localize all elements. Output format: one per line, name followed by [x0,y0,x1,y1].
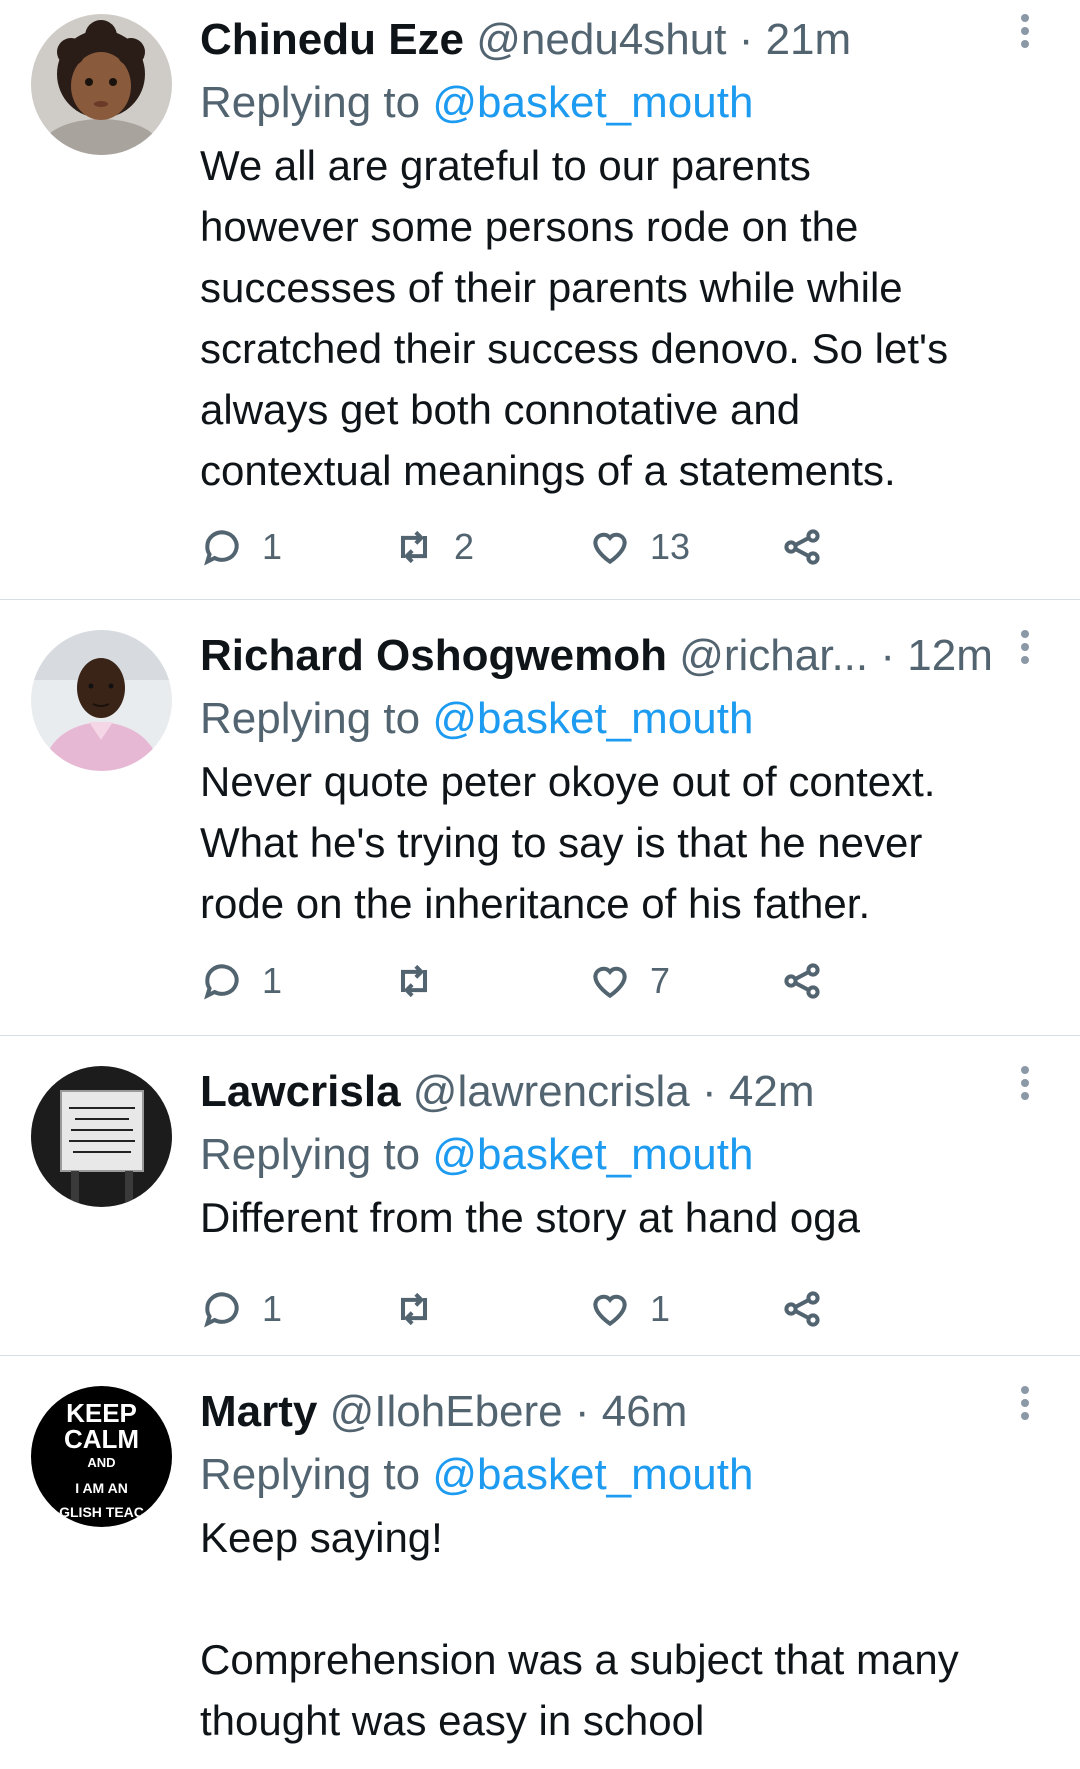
avatar-text-line: I AM AN [75,1480,128,1496]
tweet-text: Keep saying! Comprehension was a subject… [200,1514,959,1744]
avatar[interactable]: KEEP CALM AND I AM AN GLISH TEAC [31,1386,172,1527]
tweet-actions: 1 1 [200,1284,920,1334]
avatar-sign-image [31,1066,172,1207]
replying-prefix: Replying to [200,78,421,127]
avatar[interactable] [31,1066,172,1207]
more-vertical-icon [1021,14,1029,22]
tweet-item[interactable]: KEEP CALM AND I AM AN GLISH TEAC Marty @… [0,1356,1080,1769]
timestamp[interactable]: 21m [766,15,852,64]
tweet-actions: 1 2 13 [200,522,920,572]
reply-count: 1 [262,1288,283,1329]
replying-mention-link[interactable]: @basket_mouth [432,1450,753,1499]
author-handle[interactable]: @IlohEbere [330,1387,563,1436]
author-name[interactable]: Chinedu Eze [200,15,464,64]
author-handle[interactable]: @richar... [679,631,868,680]
reply-icon [204,1292,239,1328]
timestamp[interactable]: 46m [602,1387,688,1436]
replying-mention-link[interactable]: @basket_mouth [432,694,753,743]
tweet-text: We all are grateful to our parents howev… [200,142,949,494]
replying-to: Replying to @basket_mouth [200,1129,1040,1181]
share-icon [784,1291,820,1327]
retweet-button[interactable]: 2 [392,522,474,572]
more-vertical-icon [1021,630,1029,638]
like-button[interactable]: 1 [588,1284,670,1334]
tweet-header: Chinedu Eze @nedu4shut · 21m [200,14,1040,66]
retweet-count: 2 [454,526,475,567]
share-button[interactable] [780,956,824,1006]
like-button[interactable]: 7 [588,956,670,1006]
timestamp[interactable]: 42m [729,1067,815,1116]
replying-to: Replying to @basket_mouth [200,77,1040,129]
retweet-button[interactable] [392,1284,454,1334]
separator-dot: · [880,631,896,680]
avatar-keep-calm-image: KEEP CALM AND I AM AN GLISH TEAC [31,1400,172,1522]
tweet-item[interactable]: Chinedu Eze @nedu4shut · 21m Replying to… [0,0,1080,600]
avatar[interactable] [31,14,172,155]
share-button[interactable] [780,522,824,572]
retweet-icon [400,530,428,564]
replying-prefix: Replying to [200,1450,421,1499]
more-vertical-icon [1021,1386,1029,1394]
author-name[interactable]: Marty [200,1387,317,1436]
more-options-button[interactable] [1010,1066,1040,1106]
tweet-text: Different from the story at hand oga [200,1194,860,1241]
like-count: 1 [650,1288,671,1329]
replying-to: Replying to @basket_mouth [200,1449,1040,1501]
avatar-doll-image [31,14,172,155]
avatar-text-line: KEEP [66,1398,137,1428]
retweet-icon [400,964,428,998]
reply-icon [204,964,239,1000]
heart-icon [593,966,627,999]
like-count: 13 [650,526,691,567]
avatar-text-line: CALM [63,1424,140,1454]
reply-button[interactable]: 1 [200,1284,282,1334]
retweet-icon [400,1292,428,1326]
avatar-text-line: AND [87,1455,116,1470]
replying-prefix: Replying to [200,1130,421,1179]
reply-count: 1 [262,960,283,1001]
author-handle[interactable]: @nedu4shut [476,15,726,64]
tweet-item[interactable]: Richard Oshogwemoh @richar... · 12m Repl… [0,600,1080,1036]
author-name[interactable]: Richard Oshogwemoh [200,631,667,680]
more-options-button[interactable] [1010,14,1040,54]
tweet-header: Lawcrisla @lawrencrisla · 42m [200,1066,1040,1118]
like-button[interactable]: 13 [588,522,690,572]
tweet-item[interactable]: Lawcrisla @lawrencrisla · 42m Replying t… [0,1036,1080,1356]
separator-dot: · [738,15,754,64]
reply-button[interactable]: 1 [200,522,282,572]
heart-icon [593,532,627,565]
more-options-button[interactable] [1010,1386,1040,1426]
like-count: 7 [650,960,671,1001]
reply-feed: Chinedu Eze @nedu4shut · 21m Replying to… [0,0,1080,1769]
author-name[interactable]: Lawcrisla [200,1067,401,1116]
tweet-actions: 1 7 [200,956,920,1006]
tweet-header: Richard Oshogwemoh @richar... · 12m [200,630,1040,682]
separator-dot: · [702,1067,717,1116]
heart-icon [593,1294,627,1327]
more-vertical-icon [1021,1066,1029,1074]
author-handle[interactable]: @lawrencrisla [413,1067,690,1116]
avatar-text-line: GLISH TEAC [59,1504,144,1520]
retweet-button[interactable] [392,956,454,1006]
separator-dot: · [574,1387,590,1436]
replying-mention-link[interactable]: @basket_mouth [432,1130,753,1179]
tweet-header: Marty @IlohEbere · 46m [200,1386,1040,1438]
reply-button[interactable]: 1 [200,956,282,1006]
tweet-text: Never quote peter okoye out of context. … [200,758,936,927]
avatar-man-image [31,630,172,771]
avatar[interactable] [31,630,172,771]
share-icon [784,963,820,999]
replying-to: Replying to @basket_mouth [200,693,1040,745]
reply-icon [204,530,239,566]
replying-mention-link[interactable]: @basket_mouth [432,78,753,127]
more-options-button[interactable] [1010,630,1040,670]
timestamp[interactable]: 12m [907,631,993,680]
reply-count: 1 [262,526,283,567]
replying-prefix: Replying to [200,694,421,743]
share-icon [784,529,820,565]
share-button[interactable] [780,1284,824,1334]
